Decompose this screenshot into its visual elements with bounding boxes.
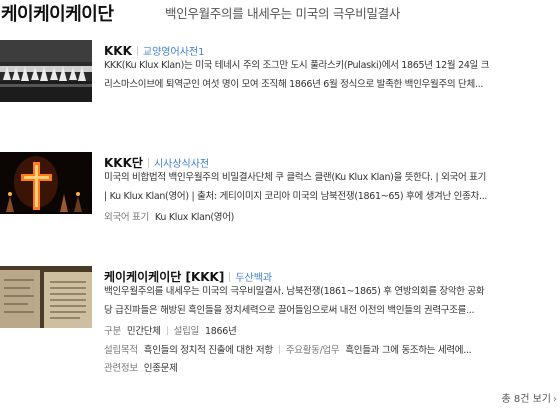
page-subtitle: 백인우월주의를 내세우는 미국의 극우비밀결사: [165, 6, 401, 21]
result-thumbnail[interactable]: [0, 266, 92, 328]
more-results-link[interactable]: 총 8건 보기 ›: [501, 390, 557, 405]
related-info-link[interactable]: 인종문제: [144, 363, 178, 374]
result-description[interactable]: 백인우월주의를 내세우는 미국의 극우비밀결사. 남북전쟁(1861~1865)…: [104, 282, 536, 320]
result-thumbnail[interactable]: [0, 40, 92, 102]
chevron-right-icon: ›: [553, 394, 557, 405]
result-meta: 관련정보 인종문제: [104, 363, 178, 374]
result-description[interactable]: 미국의 비합법적 백인우월주의 비밀결사단체 쿠 클럭스 클랜(Ku Klux …: [104, 168, 536, 206]
page-title: 케이케이케이단: [1, 4, 114, 25]
result-meta: 구분 민간단체 설립일 1866년: [104, 326, 237, 337]
result-meta: 설립목적 흑인들의 정치적 진출에 대한 저항 주요활동/업무 흑인들과 그에 동조하…: [104, 345, 472, 356]
result-meta: 외국어 표기 Ku Klux Klan(영어): [104, 212, 235, 223]
result-thumbnail[interactable]: [0, 152, 92, 214]
result-description[interactable]: KKK(Ku Klux Klan)는 미국 테네시 주의 조그만 도시 풀라스키…: [104, 56, 536, 94]
header: 케이케이케이단 백인우월주의를 내세우는 미국의 극우비밀결사: [0, 0, 560, 26]
